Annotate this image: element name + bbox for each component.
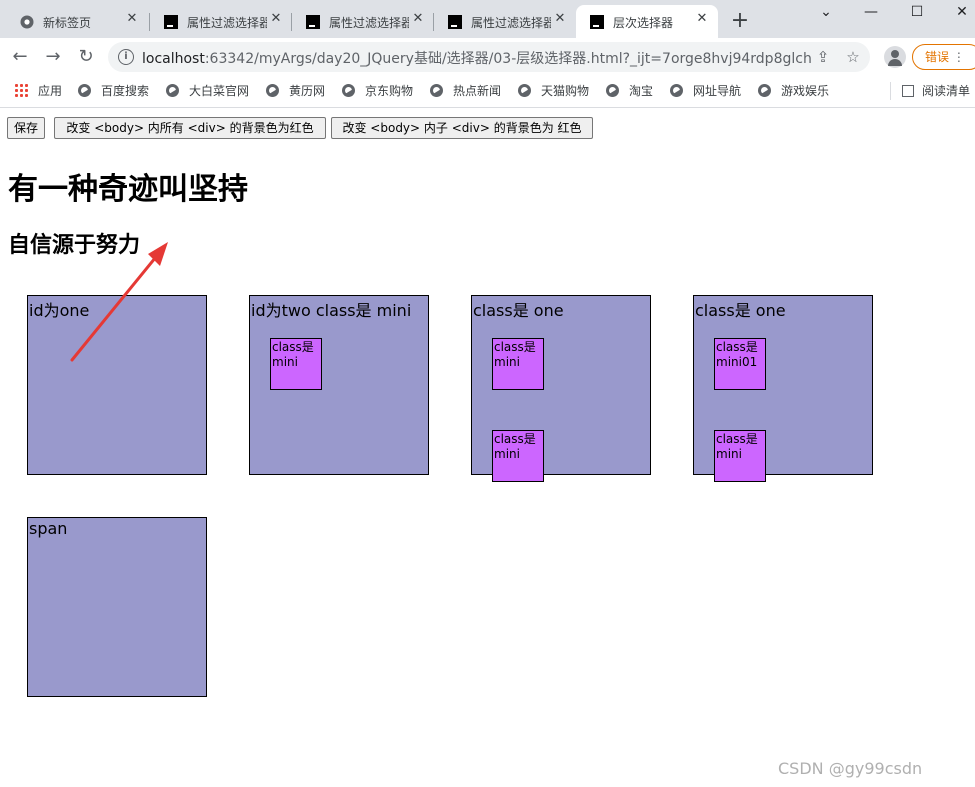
close-icon[interactable]: ✕ [410, 11, 426, 27]
tab-new-tab[interactable]: 新标签页 ✕ [6, 5, 148, 38]
bookmark-label: 京东购物 [365, 84, 414, 98]
browser-chrome: 新标签页 ✕ 属性过滤选择器 ✕ 属性过滤选择器 ✕ 属性过滤选择器 ✕ 层次选… [0, 0, 975, 108]
address-bar[interactable]: i localhost:63342/myArgs/day20_JQuery基础/… [108, 42, 870, 72]
span-box: span [27, 517, 207, 697]
bookmark-news[interactable]: 热点新闻 [430, 82, 501, 100]
page-heading: 有一种奇迹叫坚持 [8, 172, 248, 207]
intellij-icon [306, 15, 320, 29]
box-label: class是 one [695, 301, 786, 320]
url-text[interactable]: localhost:63342/myArgs/day20_JQuery基础/选择… [142, 48, 812, 68]
close-icon[interactable]: ✕ [124, 11, 140, 27]
bookmark-baidu[interactable]: 百度搜索 [78, 82, 149, 100]
chrome-icon [20, 15, 34, 29]
globe-icon [758, 84, 771, 97]
window-close-icon[interactable]: ✕ [950, 2, 974, 22]
url-host: localhost [142, 51, 205, 67]
page-content: 保存 改变 <body> 内所有 <div> 的背景色为红色 改变 <body>… [0, 108, 975, 787]
bookmark-nav[interactable]: 网址导航 [670, 82, 741, 100]
bookmark-label: 黄历网 [289, 84, 326, 98]
bookmark-dabaicai[interactable]: 大白菜官网 [166, 82, 249, 100]
tab-attr-filter-1[interactable]: 属性过滤选择器 ✕ [150, 5, 292, 38]
tab-attr-filter-2[interactable]: 属性过滤选择器 ✕ [292, 5, 434, 38]
error-button[interactable]: 错误 ⋮ [912, 44, 975, 70]
mini-box: class是mini [270, 338, 322, 390]
profile-avatar-icon[interactable] [884, 46, 906, 68]
new-tab-icon[interactable]: + [729, 10, 751, 32]
change-all-div-button[interactable]: 改变 <body> 内所有 <div> 的背景色为红色 [54, 117, 326, 139]
bookmark-label: 百度搜索 [101, 84, 150, 98]
bookmark-label: 热点新闻 [453, 84, 502, 98]
reading-list-label: 阅读清单 [922, 84, 971, 98]
tab-label: 属性过滤选择器 [471, 16, 551, 30]
reading-list[interactable]: 阅读清单 [902, 82, 970, 100]
mini-box: class是mini [492, 338, 544, 390]
globe-icon [78, 84, 91, 97]
globe-icon [430, 84, 443, 97]
forward-icon[interactable]: → [43, 47, 63, 67]
bookmark-huangli[interactable]: 黄历网 [266, 82, 325, 100]
share-icon[interactable]: ⇪ [814, 48, 832, 66]
tab-label: 属性过滤选择器 [187, 16, 267, 30]
globe-icon [606, 84, 619, 97]
bookmark-jd[interactable]: 京东购物 [342, 82, 413, 100]
bookmark-label: 网址导航 [693, 84, 742, 98]
maximize-icon[interactable]: ☐ [905, 2, 929, 22]
bookmark-apps[interactable]: 应用 [14, 82, 62, 100]
tab-hierarchy-selector[interactable]: 层次选择器 ✕ [576, 5, 718, 38]
globe-icon [518, 84, 531, 97]
tab-label: 新标签页 [43, 16, 92, 30]
close-icon[interactable]: ✕ [552, 11, 568, 27]
chevron-down-icon[interactable]: ⌄ [814, 2, 838, 22]
close-icon[interactable]: ✕ [694, 11, 710, 27]
reload-icon[interactable]: ↻ [76, 47, 96, 67]
box-label: id为two class是 mini [251, 301, 412, 320]
globe-icon [670, 84, 683, 97]
mini-box: class是mini [492, 430, 544, 482]
intellij-icon [164, 15, 178, 29]
change-child-div-button[interactable]: 改变 <body> 内子 <div> 的背景色为 红色 [331, 117, 593, 139]
globe-icon [342, 84, 355, 97]
intellij-icon [590, 15, 604, 29]
mini-box: class是mini01 [714, 338, 766, 390]
info-icon[interactable]: i [118, 49, 134, 65]
bookmark-label: 淘宝 [629, 84, 654, 98]
close-icon[interactable]: ✕ [268, 11, 284, 27]
tab-strip: 新标签页 ✕ 属性过滤选择器 ✕ 属性过滤选择器 ✕ 属性过滤选择器 ✕ 层次选… [0, 0, 975, 38]
div-box-two: id为two class是 mini class是mini [249, 295, 429, 475]
box-label: span [29, 519, 68, 538]
bookmark-games[interactable]: 游戏娱乐 [758, 82, 829, 100]
box-label: class是 one [473, 301, 564, 320]
csdn-watermark: CSDN @gy99csdn [778, 759, 923, 778]
bookmark-label: 大白菜官网 [189, 84, 250, 98]
reading-list-icon [902, 85, 914, 97]
tab-label: 属性过滤选择器 [329, 16, 409, 30]
url-path: :63342/myArgs/day20_JQuery基础/选择器/03-层级选择… [204, 51, 812, 67]
tab-attr-filter-3[interactable]: 属性过滤选择器 ✕ [434, 5, 576, 38]
div-box-class-one: class是 one class是mini class是mini [471, 295, 651, 482]
bookmark-taobao[interactable]: 淘宝 [606, 82, 653, 100]
star-icon[interactable]: ☆ [844, 48, 862, 66]
save-button[interactable]: 保存 [7, 117, 46, 139]
error-label: 错误 [925, 50, 950, 64]
apps-grid-icon [14, 83, 28, 97]
bookmarks-divider [890, 82, 891, 100]
bookmark-label: 应用 [38, 84, 63, 98]
bookmark-label: 天猫购物 [541, 84, 590, 98]
annotation-arrow-icon [70, 242, 168, 362]
globe-icon [166, 84, 179, 97]
intellij-icon [448, 15, 462, 29]
globe-icon [266, 84, 279, 97]
mini-box: class是mini [714, 430, 766, 482]
div-box-class-one-2: class是 one class是mini01 class是mini [693, 295, 873, 482]
more-menu-icon[interactable]: ⋮ [953, 50, 965, 64]
browser-toolbar: ← → ↻ i localhost:63342/myArgs/day20_JQu… [0, 38, 975, 76]
minimize-icon[interactable]: — [859, 2, 883, 22]
bookmark-label: 游戏娱乐 [781, 84, 830, 98]
back-icon[interactable]: ← [10, 47, 30, 67]
bookmark-tmall[interactable]: 天猫购物 [518, 82, 589, 100]
bookmarks-bar: 应用 百度搜索 大白菜官网 黄历网 京东购物 热点新闻 天猫购物 淘宝 网址导航… [0, 76, 975, 108]
